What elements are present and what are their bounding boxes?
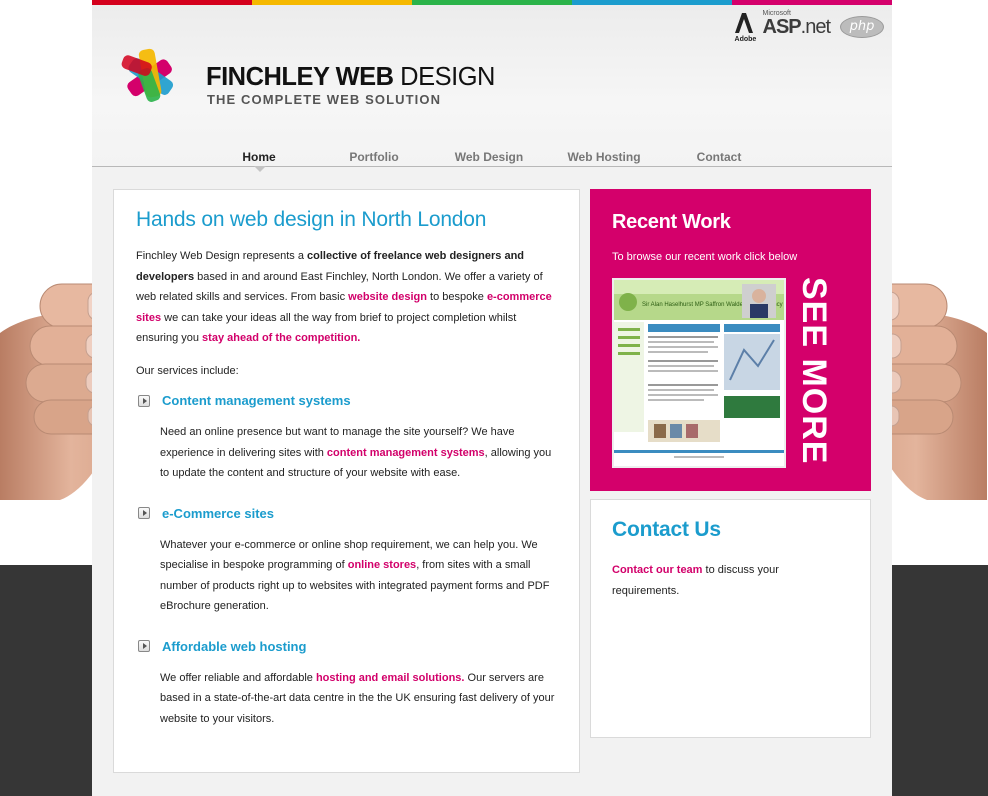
microsoft-label: Microsoft [762,9,791,17]
intro-text-1: Finchley Web Design represents a [136,250,307,262]
site-header: Adobe Microsoft ASP.net php FINCHLEY WEB … [92,5,892,167]
main-nav: Home Portfolio Web Design Web Hosting Co… [92,150,892,170]
service-description: Need an online presence but want to mana… [160,422,557,484]
page-container: Adobe Microsoft ASP.net php FINCHLEY WEB … [92,0,892,796]
online-stores-link[interactable]: online stores [348,559,416,571]
service-heading[interactable]: Affordable web hosting [138,639,557,654]
brand-tagline: THE COMPLETE WEB SOLUTION [207,92,442,107]
service-hosting: Affordable web hosting We offer reliable… [136,639,557,730]
service-cms: Content management systems Need an onlin… [136,393,557,484]
recent-work-subtitle: To browse our recent work click below [612,251,798,263]
contact-title: Contact Us [612,518,721,541]
recent-work-thumbnail[interactable]: Sir Alan Haselhurst MP Saffron Walden Co… [612,278,786,468]
brand-name-bold: FINCHLEY WEB [206,61,394,91]
service-heading[interactable]: Content management systems [138,393,557,408]
nav-contact[interactable]: Contact [664,150,774,164]
service-title[interactable]: e-Commerce sites [162,506,274,521]
php-logo: php [840,16,884,38]
see-more-link[interactable]: SEE MORE » [793,277,837,473]
play-arrow-icon [138,507,150,519]
service-title[interactable]: Content management systems [162,393,351,408]
hosting-email-link[interactable]: hosting and email solutions. [316,672,465,684]
nav-home[interactable]: Home [204,150,314,164]
brand-name-light: DESIGN [393,61,495,91]
service-ecommerce: e-Commerce sites Whatever your e-commerc… [136,506,557,617]
finchley-logo-icon[interactable] [118,45,184,111]
asp-label: ASP [762,15,802,38]
service-title[interactable]: Affordable web hosting [162,639,306,654]
nav-portfolio[interactable]: Portfolio [319,150,429,164]
nav-web-hosting[interactable]: Web Hosting [549,150,659,164]
website-screenshot-thumbnail: Sir Alan Haselhurst MP Saffron Walden Co… [614,280,784,466]
brand-name[interactable]: FINCHLEY WEB DESIGN [206,61,495,92]
page-title: Hands on web design in North London [136,208,487,231]
net-label: .net [800,15,831,38]
recent-work-panel: Recent Work To browse our recent work cl… [590,189,871,491]
nav-web-design[interactable]: Web Design [434,150,544,164]
services-label: Our services include: [136,364,239,377]
technology-logos: Adobe Microsoft ASP.net php [734,10,884,43]
aspnet-logo: Microsoft ASP.net [762,10,831,39]
service-description: Whatever your e-commerce or online shop … [160,535,557,617]
play-arrow-icon [138,640,150,652]
recent-work-title: Recent Work [612,211,731,233]
website-design-link[interactable]: website design [348,291,427,303]
nav-active-pointer [254,166,266,172]
intro-paragraph: Finchley Web Design represents a collect… [136,246,557,349]
main-content: Hands on web design in North London Finc… [113,189,580,773]
contact-team-link[interactable]: Contact our team [612,564,702,576]
service-heading[interactable]: e-Commerce sites [138,506,557,521]
contact-text: Contact our team to discuss your require… [612,560,849,601]
adobe-logo-icon: Adobe [734,13,756,43]
intro-text-3: to bespoke [427,291,487,303]
see-more-label: SEE MORE » [795,277,833,473]
stay-ahead-link[interactable]: stay ahead of the competition. [202,332,360,344]
play-arrow-icon [138,394,150,407]
service-text-1: We offer reliable and affordable [160,671,316,684]
service-description: We offer reliable and affordable hosting… [160,668,557,730]
contact-panel: Contact Us Contact our team to discuss y… [590,499,871,738]
adobe-label: Adobe [734,36,757,43]
cms-link[interactable]: content management systems [327,447,485,459]
